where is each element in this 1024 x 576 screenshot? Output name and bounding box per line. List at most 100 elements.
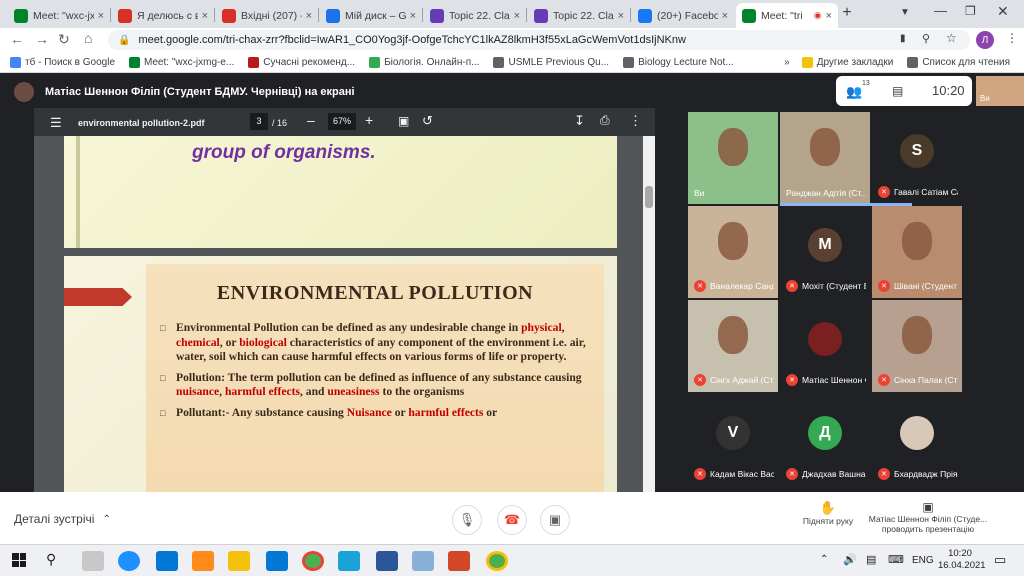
tab-close-icon[interactable]: × (98, 10, 104, 22)
bookmark-1[interactable]: тб - Поиск в Google (10, 57, 115, 68)
participant-tile[interactable]: ✕ Шівані (Студент Б... (872, 206, 962, 298)
pdf-viewer: group of organisms. ENVIRONMENTAL POLLUT… (34, 108, 655, 492)
chat-icon[interactable]: ▤ (892, 84, 903, 98)
restore-icon[interactable]: ❐ (965, 4, 976, 18)
tab-6[interactable]: Topic 22. Clas × (528, 3, 630, 28)
star-icon[interactable]: ☆ (946, 31, 957, 45)
explorer-icon[interactable] (228, 551, 250, 571)
app-icon[interactable] (412, 551, 434, 571)
raise-hand-button[interactable]: ✋ Підняти руку (798, 500, 858, 526)
bookmark-4[interactable]: Біологія. Онлайн-п... (369, 57, 479, 68)
tab-5[interactable]: Topic 22. Clas × (424, 3, 526, 28)
participant-tile[interactable]: Д ✕ Джадхав Вашнаві ... (780, 394, 870, 486)
camera-button[interactable]: ▣ (540, 505, 570, 535)
close-window-icon[interactable]: ✕ (997, 3, 1009, 20)
reading-list[interactable]: Список для чтения (907, 57, 1010, 68)
slide-highlight-term: biological (239, 335, 287, 349)
bookmarks-more[interactable]: » (784, 57, 790, 68)
zoom-app-icon[interactable] (118, 551, 140, 571)
tab-8[interactable]: Meet: "tri ◉ × (736, 3, 838, 28)
zoom-icon[interactable]: ⚲ (922, 32, 930, 45)
participant-tile[interactable]: V ✕ Кадам Вікас Васан... (688, 394, 778, 486)
search-icon[interactable]: ⚲ (46, 551, 56, 568)
tab-close-icon[interactable]: × (514, 10, 520, 22)
fit-page-icon[interactable]: ▣ (398, 114, 409, 128)
store-icon[interactable] (266, 551, 288, 571)
participant-tile[interactable]: ✕ Сінгх Аджай (Студ... (688, 300, 778, 392)
tab-4[interactable]: Мій диск – G × (320, 3, 422, 28)
files-icon[interactable] (192, 551, 214, 571)
pdf-scrollbar[interactable] (643, 136, 655, 492)
notifications-icon[interactable]: ▭ (994, 552, 1006, 568)
participant-tile[interactable]: ✕ Бхардвадж Пріянк... (872, 394, 962, 486)
cast-icon[interactable]: ▮ (900, 33, 906, 44)
rotate-icon[interactable]: ↺ (422, 113, 433, 129)
new-tab-button[interactable]: + (838, 4, 856, 24)
language-indicator[interactable]: ENG (912, 555, 934, 566)
bookmark-2[interactable]: Meet: "wxc-jxmg-e... (129, 57, 234, 68)
address-bar[interactable]: 🔒 meet.google.com/tri-chax-zrr?fbclid=Iw… (108, 30, 970, 50)
meeting-details-button[interactable]: Деталі зустрічі ⌃ (14, 512, 111, 526)
end-call-button[interactable]: ☎ (497, 505, 527, 535)
participant-tile[interactable]: Ранджан Адітія (Ст... (780, 112, 870, 204)
word-icon[interactable] (376, 551, 398, 571)
bookmark-3[interactable]: Сучасні рекоменд... (248, 57, 355, 68)
paint-icon[interactable] (82, 551, 104, 571)
tab-1[interactable]: Meet: "wxc-jx × (8, 3, 110, 28)
mic-button[interactable]: 🎙 (452, 505, 482, 535)
print-icon[interactable]: ⎙ (600, 113, 610, 128)
bookmark-label: Сучасні рекоменд... (263, 57, 356, 68)
participant-tile[interactable]: ✕ Сінха Палак (Студе... (872, 300, 962, 392)
pdf-more-icon[interactable]: ⋮ (629, 113, 642, 129)
reload-icon[interactable]: ↻ (58, 31, 70, 48)
pdf-zoom-input[interactable]: 67% (328, 113, 356, 130)
home-icon[interactable]: ⌂ (84, 30, 92, 46)
keyboard-icon[interactable]: ⌨ (888, 553, 904, 566)
menu-kebab-icon[interactable]: ⋮ (1006, 31, 1018, 45)
volume-icon[interactable]: 🔊 (843, 553, 857, 566)
download-icon[interactable]: ↧ (574, 113, 585, 129)
presenting-indicator[interactable]: ▣ Матіас Шеннон Філіп (Студе... проводит… (866, 500, 990, 534)
tab-7[interactable]: (20+) Facebo × (632, 3, 734, 28)
people-icon[interactable]: 👥 (846, 84, 862, 100)
participant-tile[interactable]: ✕ Матіас Шеннон Фі... (780, 300, 870, 392)
mail-icon[interactable] (156, 551, 178, 571)
zoom-out-icon[interactable]: – (307, 112, 315, 128)
participant-tile[interactable]: Ви (688, 112, 778, 204)
tab-close-icon[interactable]: × (306, 10, 312, 22)
participant-tile[interactable]: M ✕ Мохіт (Студент БД... (780, 206, 870, 298)
windows-start-icon[interactable] (12, 553, 26, 567)
tab-search-icon[interactable]: ▼ (900, 7, 910, 18)
forward-icon[interactable]: → (35, 31, 49, 47)
mic-muted-icon: ✕ (878, 374, 890, 386)
tab-close-icon[interactable]: × (722, 10, 728, 22)
pdf-scroll-thumb[interactable] (645, 186, 653, 208)
profile-avatar[interactable]: Л (976, 31, 994, 49)
folder-icon (801, 57, 813, 68)
tab-close-icon[interactable]: × (410, 10, 416, 22)
tab-close-icon[interactable]: × (826, 10, 832, 22)
zoom-in-icon[interactable]: + (365, 112, 373, 128)
tray-chevron-icon[interactable]: ⌃ (820, 554, 828, 565)
participant-name: Ви (694, 188, 705, 198)
pdf-menu-icon[interactable]: ☰ (50, 115, 62, 131)
system-clock[interactable]: 10:20 16.04.2021 (938, 548, 986, 572)
powerpoint-icon[interactable] (448, 551, 470, 571)
bookmark-5[interactable]: USMLE Previous Qu... (493, 57, 609, 68)
bookmark-6[interactable]: Biology Lecture Not... (623, 57, 734, 68)
network-icon[interactable]: ▤ (866, 553, 876, 566)
chrome-icon-2[interactable] (486, 551, 508, 571)
participant-tile[interactable]: ✕ Ваналекар Санджі... (688, 206, 778, 298)
chrome-icon[interactable] (302, 551, 324, 571)
ms-app-icon[interactable] (338, 551, 360, 571)
tab-close-icon[interactable]: × (618, 10, 624, 22)
tab-2[interactable]: Я делюсь с ва × (112, 3, 214, 28)
other-bookmarks[interactable]: Другие закладки (801, 57, 893, 68)
minimize-icon[interactable]: — (934, 3, 947, 18)
slide-text-run: , (561, 321, 565, 334)
pdf-page-input[interactable]: 3 (250, 113, 268, 130)
tab-3[interactable]: Вхідні (207) - × (216, 3, 318, 28)
participant-tile[interactable]: S ✕ Гавалі Сатіам Сам... (872, 112, 962, 204)
tab-close-icon[interactable]: × (202, 10, 208, 22)
back-icon[interactable]: ← (10, 31, 24, 47)
